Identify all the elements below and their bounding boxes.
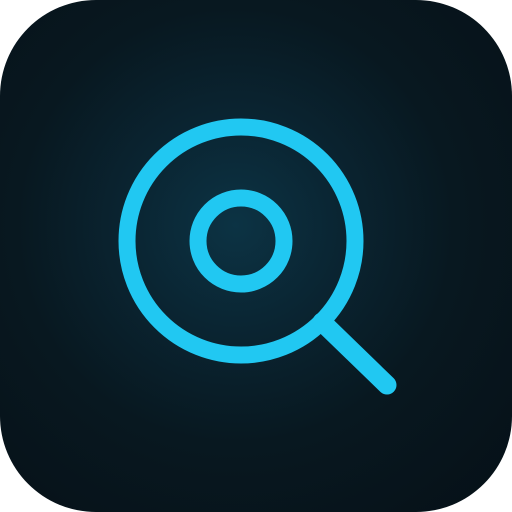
magnifier-lens-inner-ring	[189, 189, 293, 293]
app-icon[interactable]	[0, 0, 512, 512]
magnifier-handle	[312, 312, 397, 395]
magnifier-icon	[118, 118, 397, 395]
